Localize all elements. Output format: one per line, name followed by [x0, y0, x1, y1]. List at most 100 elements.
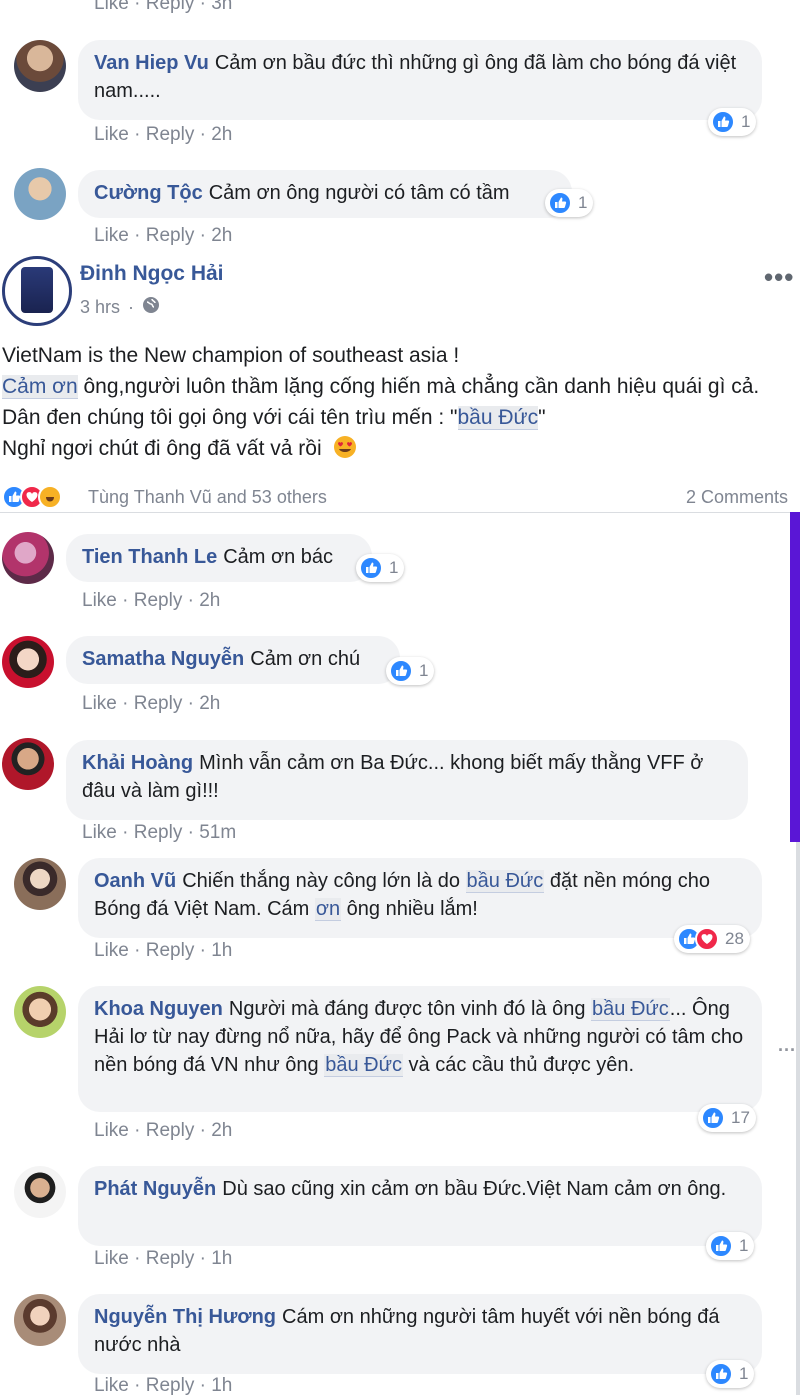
comment-author[interactable]: Khoa Nguyen	[94, 998, 223, 1020]
like-reaction-icon	[709, 1362, 733, 1386]
post-time[interactable]: 3 hrs	[80, 297, 120, 318]
reply-link[interactable]: Reply	[146, 225, 195, 246]
comment-bubble: Nguyễn Thị Hương Cám ơn những người tâm h…	[78, 1294, 762, 1374]
comment-author[interactable]: Cường Tộc	[94, 182, 203, 204]
avatar[interactable]	[14, 1294, 66, 1346]
avatar[interactable]	[14, 858, 66, 910]
comments-count[interactable]: 2 Comments	[686, 487, 788, 508]
avatar[interactable]	[2, 738, 54, 790]
reaction-icons[interactable]	[2, 485, 62, 509]
comment-text: Cảm ơn ông người có tâm có tầm	[208, 182, 510, 204]
reaction-count: 1	[389, 558, 399, 577]
reaction-badge[interactable]: 28	[674, 925, 750, 953]
more-options-icon[interactable]: •••	[764, 262, 794, 293]
comment-author[interactable]: Tien Thanh Le	[82, 546, 217, 568]
like-link[interactable]: Like	[82, 693, 117, 714]
reaction-badge[interactable]: 1	[356, 554, 405, 582]
reaction-count: 1	[419, 661, 429, 680]
like-link[interactable]: Like	[94, 225, 129, 246]
reaction-count: 1	[739, 1364, 749, 1383]
like-link[interactable]: Like	[94, 1248, 129, 1269]
tag-link[interactable]: ơn	[314, 898, 342, 921]
tag-link[interactable]: bầu Đức	[324, 1054, 403, 1077]
comment-actions: Like · Reply · 2h	[82, 590, 221, 611]
tag-link[interactable]: bầu Đức	[591, 998, 670, 1021]
comment-actions: Like · Reply · 2h	[94, 1120, 233, 1141]
reaction-badge[interactable]: 1	[706, 1360, 755, 1388]
comment-author[interactable]: Khải Hoàng	[82, 752, 193, 774]
comment-actions: Like · Reply · 1h	[94, 1375, 233, 1396]
reply-link[interactable]: Reply	[146, 1120, 195, 1141]
reply-link[interactable]: Reply	[134, 693, 183, 714]
like-reaction-icon	[359, 556, 383, 580]
comment-author[interactable]: Nguyễn Thị Hương	[94, 1306, 276, 1328]
tag-link[interactable]: bầu Đức	[457, 406, 539, 430]
avatar[interactable]	[2, 636, 54, 688]
avatar[interactable]	[14, 40, 66, 92]
tag-link[interactable]: bầu Đức	[465, 870, 545, 893]
post-meta: 3 hrs ·	[80, 296, 160, 319]
like-reaction-icon	[701, 1106, 725, 1130]
comment-author[interactable]: Samatha Nguyễn	[82, 648, 244, 670]
avatar[interactable]	[2, 532, 54, 584]
post-author[interactable]: Đinh Ngọc Hải	[80, 262, 224, 286]
avatar[interactable]	[14, 168, 66, 220]
scrollbar[interactable]	[790, 512, 800, 842]
reply-link[interactable]: Reply	[146, 124, 195, 145]
reaction-badge[interactable]: 1	[708, 108, 757, 136]
divider	[0, 512, 790, 513]
like-link[interactable]: Like	[94, 124, 129, 145]
post-line: Nghỉ ngơi chút đi ông đã vất vả rồi	[2, 433, 792, 468]
comment-bubble: Khải Hoàng Mình vẫn cảm ơn Ba Đức... khon…	[66, 740, 748, 820]
reaction-badge[interactable]: 17	[698, 1104, 756, 1132]
comment-author[interactable]: Van Hiep Vu	[94, 52, 209, 74]
avatar[interactable]	[14, 986, 66, 1038]
like-link[interactable]: Like	[94, 940, 129, 961]
reaction-badge[interactable]: 1	[706, 1232, 755, 1260]
scrollbar-track[interactable]	[796, 842, 800, 1395]
reaction-summary: Tùng Thanh Vũ and 53 others 2 Comments	[0, 482, 800, 512]
comment-bubble: Tien Thanh Le Cảm ơn bác	[66, 534, 372, 582]
post-text: VietNam is the New champion of southeast…	[2, 340, 792, 468]
like-link[interactable]: Like	[94, 1120, 129, 1141]
like-link[interactable]: Like	[82, 590, 117, 611]
reply-link[interactable]: Reply	[146, 0, 195, 14]
globe-icon	[142, 296, 160, 319]
reply-link[interactable]: Reply	[146, 940, 195, 961]
comment-bubble: Samatha Nguyễn Cảm ơn chú	[66, 636, 400, 684]
reply-link[interactable]: Reply	[134, 822, 183, 843]
comment-time: 1h	[211, 940, 233, 961]
like-reaction-icon	[711, 110, 735, 134]
reaction-badge[interactable]: 1	[386, 657, 435, 685]
reply-link[interactable]: Reply	[146, 1375, 195, 1396]
post-line: VietNam is the New champion of southeast…	[2, 344, 460, 367]
reaction-count: 1	[578, 193, 588, 212]
hashtag-link[interactable]: Cảm ơn	[2, 375, 78, 399]
comment-bubble: Khoa Nguyen Người mà đáng được tôn vinh đ…	[78, 986, 762, 1112]
comment-actions: Like · Reply · 3h	[94, 0, 232, 15]
reactors-text[interactable]: Tùng Thanh Vũ and 53 others	[88, 487, 327, 508]
comment-time: 2h	[211, 124, 233, 145]
reaction-badge[interactable]: 1	[545, 189, 594, 217]
reply-link[interactable]: Reply	[134, 590, 183, 611]
love-reaction-icon	[695, 927, 719, 951]
comment-bubble: Phát Nguyễn Dù sao cũng xin cảm ơn bầu Đứ…	[78, 1166, 762, 1246]
like-link[interactable]: Like	[94, 1375, 129, 1396]
comment-actions: Like · Reply · 2h	[94, 225, 233, 246]
page-avatar[interactable]	[2, 256, 72, 326]
avatar[interactable]	[14, 1166, 66, 1218]
like-reaction-icon	[389, 659, 413, 683]
comment-author[interactable]: Oanh Vũ	[94, 870, 176, 892]
comment-actions: Like · Reply · 51m	[82, 822, 237, 843]
comment-time: 3h	[211, 0, 233, 14]
reply-link[interactable]: Reply	[146, 1248, 195, 1269]
comment-author[interactable]: Phát Nguyễn	[94, 1178, 216, 1200]
comment-time: 2h	[211, 225, 233, 246]
comment-time: 51m	[199, 822, 237, 843]
like-reaction-icon	[709, 1234, 733, 1258]
like-link[interactable]: Like	[94, 0, 129, 14]
comment-text: Dù sao cũng xin cảm ơn bầu Đức.Việt Nam …	[222, 1178, 727, 1200]
comment-bubble: Oanh Vũ Chiến thắng này công lớn là do bầ…	[78, 858, 762, 938]
more-options-icon[interactable]: ···	[778, 1040, 796, 1061]
like-link[interactable]: Like	[82, 822, 117, 843]
